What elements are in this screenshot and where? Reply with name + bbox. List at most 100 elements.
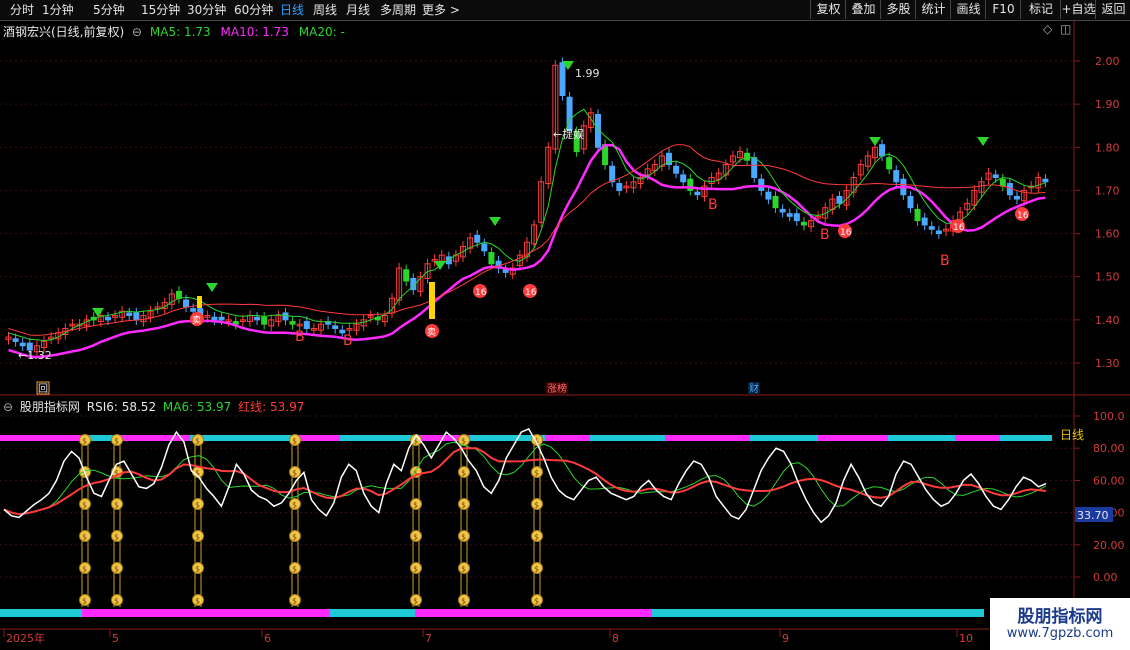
coin-icon-glyph: $ (534, 597, 539, 606)
coin-icon-glyph: $ (461, 469, 466, 478)
price-axis: 2.00 1.90 1.80 1.70 1.60 1.50 1.40 1.30 (1074, 55, 1120, 370)
period-15min[interactable]: 15分钟 (141, 2, 180, 18)
period-5min[interactable]: 5分钟 (93, 2, 125, 18)
event-hui[interactable]: 回 (38, 383, 48, 395)
rsi-lines (3, 427, 1047, 524)
buy-b-marker: B (295, 329, 305, 345)
coin-icon-glyph: $ (195, 565, 200, 574)
buy-b-marker: B (708, 197, 718, 213)
period-60min[interactable]: 60分钟 (234, 2, 273, 18)
candle-body (1042, 178, 1049, 183)
candle-body (289, 321, 296, 325)
event-zhangbang[interactable]: 涨榜 (547, 382, 567, 395)
candle-body (765, 191, 772, 200)
overlay-button[interactable]: 叠加 (845, 0, 881, 19)
candle-body (502, 269, 509, 273)
candle-body (19, 342, 26, 347)
candle-body (481, 243, 488, 252)
period-toolbar: 分时 1分钟 5分钟 15分钟 30分钟 60分钟 日线 周线 月线 多周期 更… (0, 0, 1130, 21)
period-weekly[interactable]: 周线 (313, 2, 337, 18)
buy-b-marker: B (343, 333, 353, 349)
coin-icon-glyph: $ (82, 533, 87, 542)
add-watchlist-button[interactable]: +自选 (1060, 0, 1096, 19)
period-daily[interactable]: 日线 (280, 2, 304, 18)
event-cai[interactable]: 财 (749, 382, 759, 395)
ma5-line (8, 108, 1046, 342)
candle-body (673, 165, 680, 174)
coin-icon-glyph: $ (413, 533, 418, 542)
coin-icon-glyph: $ (195, 501, 200, 510)
b16-badge-text: 16 (840, 228, 852, 238)
sell-triangle-marker (489, 217, 501, 226)
coin-icon-glyph: $ (292, 501, 297, 510)
indicator-tick-label: 60.00 (1093, 474, 1125, 487)
watermark-url: www.7gpzb.com (1006, 626, 1114, 641)
candle-body (907, 195, 914, 209)
highlight-bar (429, 282, 435, 319)
fuquan-button[interactable]: 复权 (810, 0, 846, 19)
coin-icon-glyph: $ (82, 501, 87, 510)
indicator-tick-label: 0.00 (1093, 571, 1118, 584)
coin-icon-glyph: $ (413, 597, 418, 606)
watermark-title: 股朋指标网 (1017, 607, 1103, 627)
indicator-bands (0, 435, 1052, 617)
indicator-band-top (190, 435, 300, 441)
draw-line-button[interactable]: 画线 (950, 0, 986, 19)
back-button[interactable]: 返回 (1095, 0, 1130, 19)
period-1min[interactable]: 1分钟 (42, 2, 74, 18)
period-multi[interactable]: 多周期 (380, 2, 416, 18)
coin-icon-glyph: $ (195, 437, 200, 446)
time-tick-label: 2025年 (6, 631, 45, 645)
b16-badge-text: 16 (475, 288, 487, 298)
coin-icon-glyph: $ (461, 501, 466, 510)
coin-icon-glyph: $ (82, 565, 87, 574)
period-tag: 日线 (1060, 428, 1084, 442)
indicator-band-top (300, 435, 340, 441)
candle-body (254, 316, 261, 321)
coin-icon-glyph: $ (114, 597, 119, 606)
sell-badge-text: 卖 (192, 315, 201, 326)
add-favorite-button[interactable]: 标记 (1020, 0, 1061, 19)
event-labels: 回 涨榜 财 (36, 381, 760, 395)
time-axis: 2025年 5 6 7 8 9 10 (3, 629, 973, 645)
indicator-band-top (665, 435, 750, 441)
ma6-line (3, 441, 1047, 515)
coin-icon-glyph: $ (114, 501, 119, 510)
f10-button[interactable]: F10 (985, 0, 1021, 19)
period-fenshi[interactable]: 分时 (10, 2, 34, 18)
coin-icon-glyph: $ (114, 533, 119, 542)
candle-body (879, 144, 886, 157)
coin-icon-glyph: $ (534, 501, 539, 510)
coin-icon-glyph: $ (195, 597, 200, 606)
indicator-band-top (590, 435, 665, 441)
stats-button[interactable]: 统计 (915, 0, 951, 19)
candle-body (175, 290, 182, 299)
sell-badge-text: 卖 (427, 327, 436, 338)
candle-body (474, 234, 481, 243)
candle-body (303, 321, 310, 329)
candle-body (403, 269, 410, 282)
annotation-label: ←提娱 (553, 127, 584, 141)
indicator-band-top (955, 435, 1000, 441)
indicator-band-top (1000, 435, 1052, 441)
coin-signal-columns: $$$$$$$$$$$$$$$$$$$$$$$$$$$$$$$$$$$$$$$$… (79, 434, 543, 607)
indicator-band-top (750, 435, 818, 441)
coin-icon-glyph: $ (292, 469, 297, 478)
time-tick-label: 8 (612, 632, 619, 645)
period-30min[interactable]: 30分钟 (187, 2, 226, 18)
candle-body (751, 157, 758, 178)
time-tick-label: 6 (264, 632, 271, 645)
rsi6-line (3, 427, 1047, 524)
period-monthly[interactable]: 月线 (346, 2, 370, 18)
candle-body (282, 312, 289, 321)
candle-body (779, 208, 786, 213)
candle-body (190, 308, 197, 312)
indicator-band-top (0, 435, 82, 441)
indicator-band-bottom (415, 609, 652, 617)
current-value: 33.70 (1077, 509, 1109, 522)
watermark-logo: 股朋指标网 www.7gpzb.com (990, 598, 1130, 650)
chart-canvas[interactable]: 2.00 1.90 1.80 1.70 1.60 1.50 1.40 1.30 B B B B B 16… (0, 21, 1130, 650)
multi-stock-button[interactable]: 多股 (880, 0, 916, 19)
period-more[interactable]: 更多 > (422, 2, 460, 18)
candle-body (992, 174, 999, 178)
